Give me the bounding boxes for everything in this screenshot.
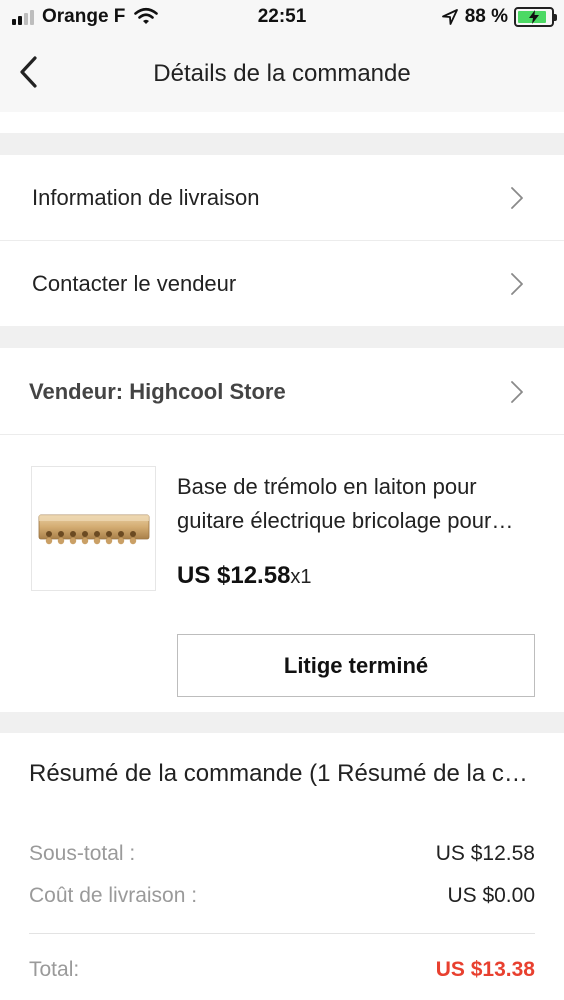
product-image — [38, 514, 149, 544]
page-title: Détails de la commande — [153, 60, 411, 87]
product-price-row: US $12.58 x1 — [177, 562, 312, 590]
subtotal-row: Sous-total : US $12.58 — [29, 842, 535, 866]
battery-icon — [514, 7, 557, 27]
status-bar: Orange F 22:51 88 % — [0, 0, 564, 36]
battery-percent: 88 % — [464, 6, 508, 27]
total-row: Total: US $13.38 — [29, 958, 535, 982]
section-separator — [0, 712, 564, 733]
section-separator — [0, 326, 564, 348]
divider — [0, 434, 564, 435]
product-price: US $12.58 — [177, 562, 291, 589]
dispute-closed-button[interactable]: Litige terminé — [177, 634, 535, 697]
subtotal-value: US $12.58 — [435, 842, 535, 865]
seller-name: Vendeur: Highcool Store — [29, 378, 286, 404]
shipping-info-label: Information de livraison — [32, 185, 260, 210]
navigation-header: Détails de la commande — [0, 36, 564, 112]
shipping-cost-row: Coût de livraison : US $0.00 — [29, 884, 535, 908]
product-thumbnail[interactable] — [31, 466, 156, 591]
shipping-cost-value: US $0.00 — [447, 884, 535, 907]
subtotal-label: Sous-total : — [29, 842, 136, 865]
shipping-cost-label: Coût de livraison : — [29, 884, 198, 907]
divider — [29, 933, 535, 934]
chevron-right-icon — [511, 272, 523, 295]
product-title[interactable]: Base de trémolo en laiton pour guitare é… — [177, 470, 537, 538]
status-right: 88 % — [441, 6, 557, 28]
order-summary-title: Résumé de la commande (1 Résumé de la co… — [29, 760, 534, 787]
charging-bolt-icon — [529, 10, 539, 24]
chevron-right-icon — [511, 380, 523, 403]
location-arrow-icon — [441, 9, 458, 25]
chevron-right-icon — [511, 187, 523, 209]
header-spacer — [0, 112, 564, 133]
shipping-info-row[interactable]: Information de livraison — [0, 155, 564, 241]
section-separator — [0, 133, 564, 155]
seller-row[interactable]: Vendeur: Highcool Store — [0, 348, 564, 435]
total-value: US $13.38 — [435, 958, 535, 981]
total-label: Total: — [29, 958, 80, 981]
contact-seller-label: Contacter le vendeur — [32, 270, 237, 296]
product-quantity: x1 — [290, 566, 312, 588]
contact-seller-row[interactable]: Contacter le vendeur — [0, 241, 564, 326]
